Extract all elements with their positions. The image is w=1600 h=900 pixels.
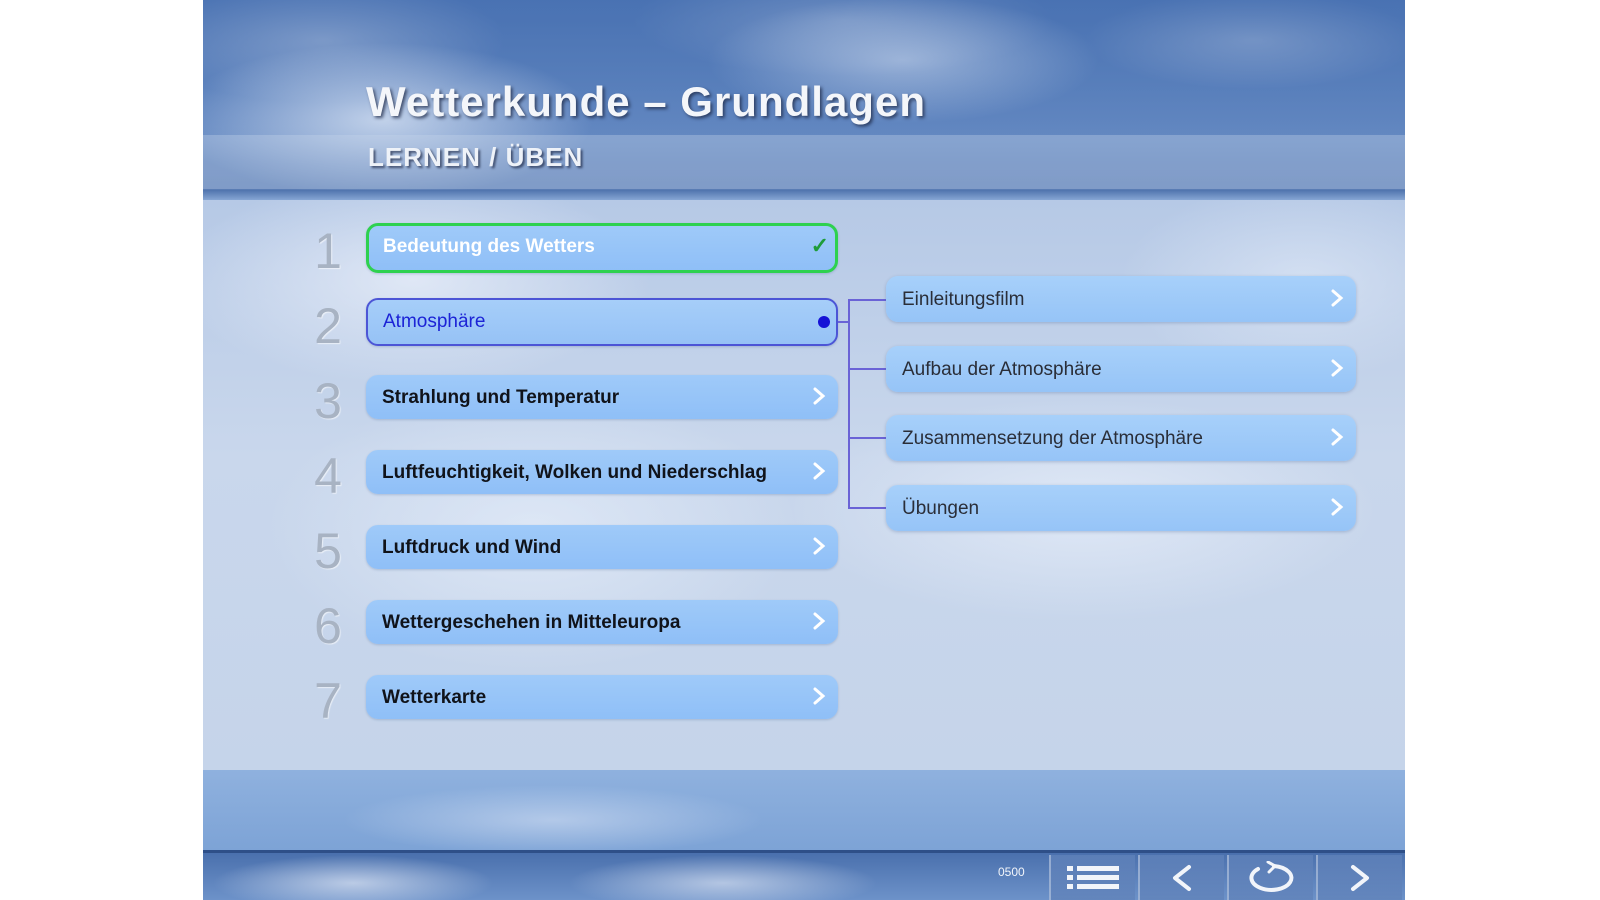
tree-connector — [848, 299, 886, 301]
tree-connector — [848, 437, 886, 439]
chapter-number: 1 — [314, 223, 342, 279]
chapter-label: Bedeutung des Wetters — [383, 236, 595, 257]
list-icon — [1067, 866, 1119, 889]
chapter-number: 4 — [314, 448, 342, 504]
subchapter-label: Übungen — [902, 498, 980, 519]
chapter-number: 2 — [314, 298, 342, 354]
chapter-button-luftdruck-und-wind[interactable]: Luftdruck und Wind — [366, 525, 838, 569]
tree-connector — [848, 368, 886, 370]
subchapter-label: Aufbau der Atmosphäre — [902, 359, 1102, 380]
active-dot-icon — [818, 316, 830, 328]
chevron-right-icon — [813, 687, 826, 705]
chapter-label: Strahlung und Temperatur — [382, 387, 620, 408]
forward-arrow-icon — [1351, 865, 1369, 891]
subchapter-button-aufbau[interactable]: Aufbau der Atmosphäre — [886, 346, 1356, 392]
app-window: Wetterkunde – Grundlagen LERNEN / ÜBEN 1… — [203, 0, 1405, 900]
reload-icon — [1249, 861, 1294, 892]
chapter-button-wettergeschehen[interactable]: Wettergeschehen in Mitteleuropa — [366, 600, 838, 644]
subchapter-button-uebungen[interactable]: Übungen — [886, 485, 1356, 531]
chevron-right-icon — [1331, 498, 1344, 516]
chevron-right-icon — [1331, 428, 1344, 446]
chapter-number: 6 — [314, 598, 342, 654]
page-counter: 0500 — [998, 865, 1025, 879]
subchapter-label: Einleitungsfilm — [902, 289, 1025, 310]
chapter-label: Luftdruck und Wind — [382, 537, 562, 558]
chapter-number: 7 — [314, 673, 342, 729]
chevron-right-icon — [813, 612, 826, 630]
chapter-number: 5 — [314, 523, 342, 579]
menu-list-button[interactable] — [1049, 855, 1135, 900]
chapter-button-atmosphaere[interactable]: Atmosphäre — [366, 298, 838, 346]
tree-connector — [848, 299, 850, 509]
checkmark-icon: ✓ — [810, 233, 829, 258]
chapter-button-strahlung-und-temperatur[interactable]: Strahlung und Temperatur — [366, 375, 838, 419]
chevron-right-icon — [813, 537, 826, 555]
subchapter-button-einleitungsfilm[interactable]: Einleitungsfilm — [886, 276, 1356, 322]
chapter-label: Atmosphäre — [383, 311, 486, 332]
subchapter-label: Zusammensetzung der Atmosphäre — [902, 428, 1203, 449]
chapter-number: 3 — [314, 373, 342, 429]
back-arrow-icon — [1173, 865, 1191, 891]
header-divider — [203, 190, 1405, 200]
chapter-label: Wettergeschehen in Mitteleuropa — [382, 612, 681, 633]
subchapter-button-zusammensetzung[interactable]: Zusammensetzung der Atmosphäre — [886, 415, 1356, 461]
chevron-right-icon — [813, 387, 826, 405]
chapter-button-luftfeuchtigkeit[interactable]: Luftfeuchtigkeit, Wolken und Niederschla… — [366, 450, 838, 494]
chapter-button-bedeutung-des-wetters[interactable]: Bedeutung des Wetters ✓ — [366, 223, 838, 273]
reload-button[interactable] — [1227, 855, 1313, 900]
chapter-button-wetterkarte[interactable]: Wetterkarte — [366, 675, 838, 719]
tree-connector — [848, 507, 886, 509]
forward-button[interactable] — [1316, 855, 1402, 900]
chapter-label: Wetterkarte — [382, 687, 487, 708]
chevron-right-icon — [1331, 359, 1344, 377]
chevron-right-icon — [813, 462, 826, 480]
bottom-toolbar: 0500 — [203, 850, 1405, 900]
page-subtitle: LERNEN / ÜBEN — [368, 142, 584, 172]
footer-band — [203, 770, 1405, 850]
back-button[interactable] — [1138, 855, 1224, 900]
page-title: Wetterkunde – Grundlagen — [366, 78, 926, 125]
chevron-right-icon — [1331, 289, 1344, 307]
content-area: 1 2 3 4 5 6 7 Bedeutung des Wetters ✓ At… — [203, 200, 1405, 770]
chapter-label: Luftfeuchtigkeit, Wolken und Niederschla… — [382, 462, 767, 483]
